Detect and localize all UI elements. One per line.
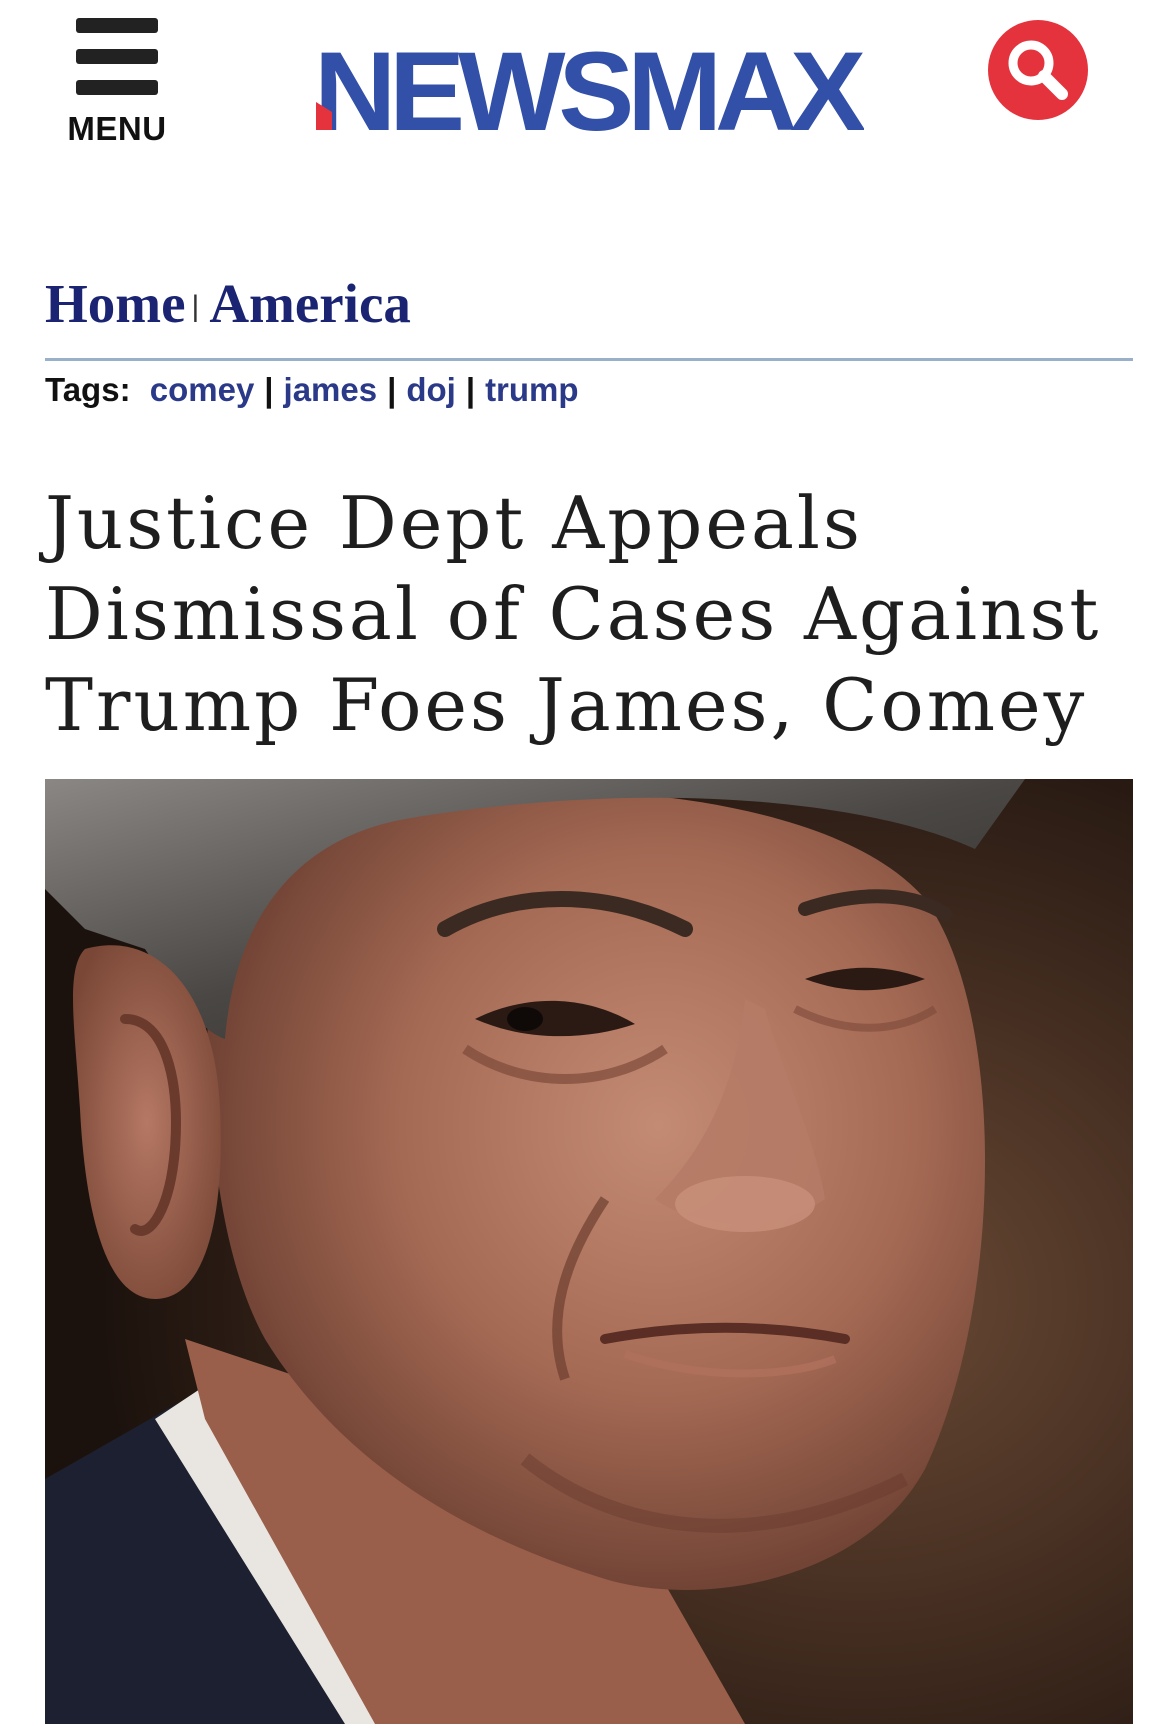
section-divider xyxy=(45,358,1133,361)
headline-line: Dismissal of Cases Against xyxy=(45,572,1102,656)
hamburger-icon xyxy=(76,18,158,33)
logo-text: NEWSMAX xyxy=(314,36,864,136)
tag-trump[interactable]: trump xyxy=(485,371,579,408)
search-icon xyxy=(1008,40,1068,100)
headline-line: Justice Dept Appeals xyxy=(45,481,863,565)
breadcrumb-america[interactable]: America xyxy=(209,273,411,334)
portrait-photo xyxy=(45,779,1133,1724)
headline-line: Trump Foes James, Comey xyxy=(45,663,1088,747)
tags-label: Tags: xyxy=(45,371,131,408)
newsmax-logo[interactable]: NEWSMAX xyxy=(314,36,864,136)
search-button[interactable] xyxy=(988,20,1088,120)
tag-doj[interactable]: doj xyxy=(406,371,455,408)
menu-label: MENU xyxy=(67,110,167,147)
tag-separator: | xyxy=(264,371,274,408)
breadcrumb: Home | America xyxy=(45,272,411,336)
breadcrumb-separator: | xyxy=(191,290,200,323)
menu-button[interactable]: MENU xyxy=(62,16,172,147)
tag-list: Tags: comey | james | doj | trump xyxy=(45,367,579,413)
breadcrumb-home[interactable]: Home xyxy=(45,273,186,334)
article-hero-image[interactable] xyxy=(45,779,1133,1724)
hamburger-icon-bar xyxy=(76,49,158,64)
article-headline: Justice Dept Appeals Dismissal of Cases … xyxy=(45,478,1145,751)
site-header: MENU NEWSMAX xyxy=(0,0,1170,180)
tag-separator: | xyxy=(465,371,476,408)
hamburger-icon-bar xyxy=(76,80,158,95)
tag-james[interactable]: james xyxy=(284,371,378,408)
tag-separator: | xyxy=(387,371,397,408)
tag-comey[interactable]: comey xyxy=(150,371,255,408)
